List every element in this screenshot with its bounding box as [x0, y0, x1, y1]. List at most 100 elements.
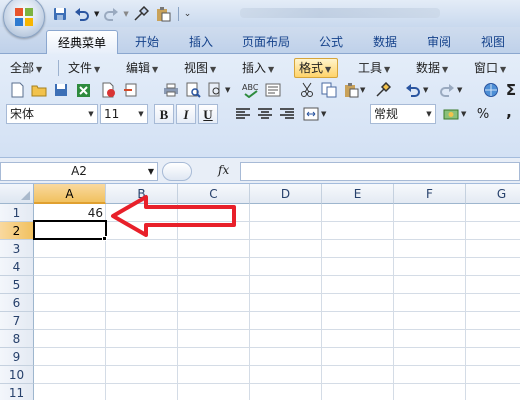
export-icon[interactable] [122, 81, 140, 99]
format-painter-icon[interactable] [131, 5, 151, 23]
print-preview-icon[interactable] [184, 81, 202, 99]
row-header-11[interactable]: 11 [0, 384, 34, 400]
chevron-down-icon[interactable]: ▼ [360, 86, 365, 94]
percent-button[interactable]: % [474, 105, 492, 123]
align-center-icon[interactable] [256, 105, 274, 123]
translate-icon[interactable] [264, 81, 282, 99]
menu-edit[interactable]: 编辑 ▼ [122, 58, 158, 78]
menu-tools[interactable]: 工具 ▼ [354, 58, 390, 78]
chevron-down-icon: ▼ [94, 65, 101, 74]
formula-input[interactable] [240, 162, 520, 181]
align-left-icon[interactable] [234, 105, 252, 123]
menu-all[interactable]: 全部 ▼ [6, 58, 42, 78]
formula-bar: A2 ▼ fx [0, 158, 520, 184]
menu-format[interactable]: 格式 ▼ [294, 58, 338, 78]
standard-toolbar: ▼ ABC ▼ ▼ ▼ Σ [0, 79, 520, 101]
column-header-e[interactable]: E [322, 184, 394, 204]
bold-button[interactable]: B [154, 104, 174, 124]
redo-dropdown-icon[interactable]: ▼ [123, 10, 128, 18]
underline-button[interactable]: U [198, 104, 218, 124]
row-header-8[interactable]: 8 [0, 330, 34, 348]
tab-view[interactable]: 视图 [470, 30, 516, 54]
column-header-f[interactable]: F [394, 184, 466, 204]
cut-icon[interactable] [298, 81, 316, 99]
number-format-select[interactable]: 常规 ▼ [370, 104, 436, 124]
chevron-down-icon[interactable]: ▼ [457, 86, 462, 94]
permission-icon[interactable] [100, 81, 118, 99]
tab-page-layout[interactable]: 页面布局 [234, 30, 298, 54]
chevron-down-icon: ▼ [442, 65, 449, 74]
column-header-d[interactable]: D [250, 184, 322, 204]
currency-icon[interactable] [442, 105, 460, 123]
chevron-down-icon[interactable]: ▼ [321, 110, 326, 118]
row-header-4[interactable]: 4 [0, 258, 34, 276]
menu-data[interactable]: 数据 ▼ [412, 58, 448, 78]
tab-insert[interactable]: 插入 [178, 30, 224, 54]
merge-center-icon[interactable] [302, 105, 320, 123]
hyperlink-icon[interactable] [482, 81, 500, 99]
tab-classic-menu[interactable]: 经典菜单 [46, 30, 118, 54]
number-format-value: 常规 [374, 107, 399, 121]
excel-icon[interactable] [74, 81, 92, 99]
paste-icon[interactable] [153, 5, 173, 23]
cell-a1[interactable]: 46 [34, 205, 103, 221]
row-header-6[interactable]: 6 [0, 294, 34, 312]
row-header-9[interactable]: 9 [0, 348, 34, 366]
row-header-2[interactable]: 2 [0, 222, 34, 240]
align-right-icon[interactable] [278, 105, 296, 123]
office-logo-icon [15, 8, 33, 26]
row-header-7[interactable]: 7 [0, 312, 34, 330]
menu-view[interactable]: 视图 ▼ [180, 58, 216, 78]
font-size-select[interactable]: 11 ▼ [100, 104, 148, 124]
redo-icon[interactable] [101, 5, 121, 23]
active-cell-a2[interactable] [33, 220, 107, 240]
tab-home[interactable]: 开始 [124, 30, 170, 54]
chevron-down-icon[interactable]: ▼ [461, 110, 466, 118]
row-header-1[interactable]: 1 [0, 204, 34, 222]
font-name-select[interactable]: 宋体 ▼ [6, 104, 98, 124]
redo-icon[interactable] [438, 81, 456, 99]
menu-tools-label: 工具 [358, 61, 383, 75]
customize-icon[interactable]: ⌄ [184, 9, 192, 19]
name-box[interactable]: A2 ▼ [0, 162, 158, 181]
menu-file[interactable]: 文件 ▼ [64, 58, 100, 78]
undo-icon[interactable] [404, 81, 422, 99]
font-size-value: 11 [104, 107, 120, 121]
print-icon[interactable] [162, 81, 180, 99]
italic-button[interactable]: I [176, 104, 196, 124]
chevron-down-icon[interactable]: ▼ [423, 86, 428, 94]
new-document-icon[interactable] [8, 81, 26, 99]
research-icon[interactable] [206, 81, 224, 99]
spelling-icon[interactable]: ABC [242, 81, 260, 99]
paste-icon[interactable] [342, 81, 360, 99]
column-header-a[interactable]: A [34, 184, 106, 204]
tab-review[interactable]: 审阅 [416, 30, 462, 54]
row-header-10[interactable]: 10 [0, 366, 34, 384]
format-painter-icon[interactable] [374, 81, 392, 99]
row-header-5[interactable]: 5 [0, 276, 34, 294]
menu-window[interactable]: 窗口 ▼ [470, 58, 506, 78]
name-box-value: A2 [71, 164, 87, 178]
menu-all-label: 全部 [10, 61, 35, 75]
column-header-g[interactable]: G [466, 184, 520, 204]
chevron-down-icon: ▼ [426, 110, 432, 118]
save-icon[interactable] [52, 81, 70, 99]
tab-data[interactable]: 数据 [362, 30, 408, 54]
save-icon[interactable] [50, 5, 70, 23]
open-folder-icon[interactable] [30, 81, 48, 99]
chevron-down-icon: ▼ [36, 65, 43, 74]
fill-handle[interactable] [102, 236, 107, 241]
autosum-icon[interactable]: Σ [502, 81, 520, 99]
comma-button[interactable]: , [500, 103, 518, 121]
insert-function-button[interactable]: fx [218, 163, 229, 177]
worksheet-grid: A B C D E F G 1 2 3 4 5 6 7 8 9 10 11 46 [0, 184, 520, 400]
undo-icon[interactable] [72, 5, 92, 23]
select-all-button[interactable] [0, 184, 34, 204]
row-header-3[interactable]: 3 [0, 240, 34, 258]
tab-formulas[interactable]: 公式 [308, 30, 354, 54]
expand-button[interactable] [162, 162, 192, 181]
undo-dropdown-icon[interactable]: ▼ [94, 10, 99, 18]
chevron-down-icon[interactable]: ▼ [225, 86, 230, 94]
copy-icon[interactable] [320, 81, 338, 99]
menu-insert[interactable]: 插入 ▼ [238, 58, 274, 78]
